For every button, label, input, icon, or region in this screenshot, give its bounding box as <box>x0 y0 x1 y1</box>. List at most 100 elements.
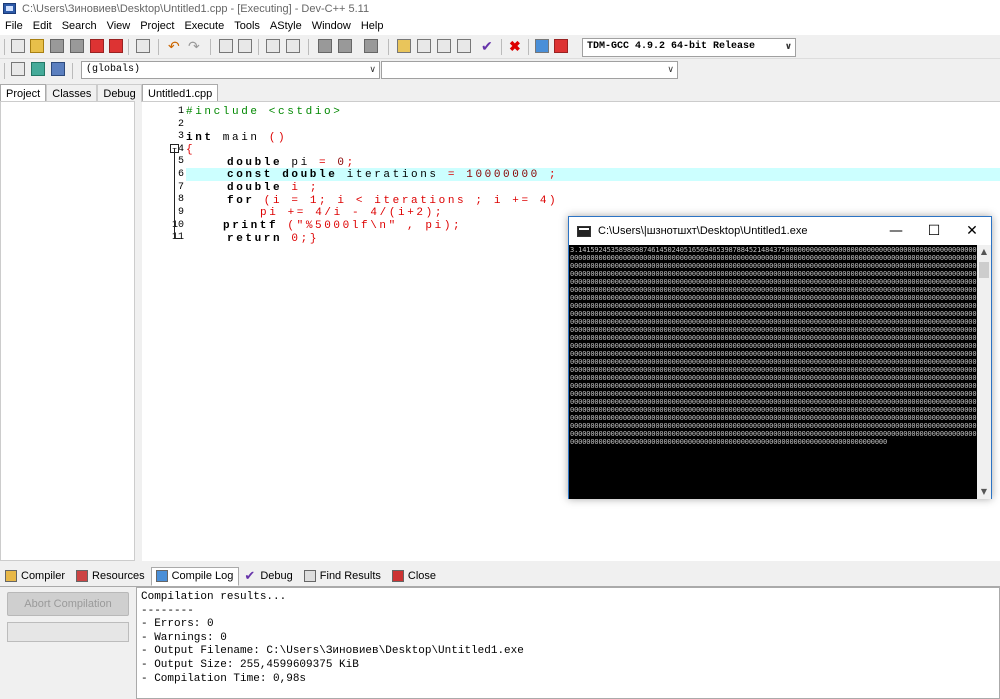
tab-classes[interactable]: Classes <box>46 84 98 102</box>
scope-select[interactable]: (globals) ∨ <box>81 61 380 79</box>
console-output[interactable]: 3.14159245358980987461450240516569465398… <box>569 245 977 499</box>
indent-icon[interactable] <box>318 39 332 53</box>
console-title-bar[interactable]: C:\Users\|шзнотшхт\Desktop\Untitled1.exe… <box>569 217 991 245</box>
tab-label: Compile Log <box>171 570 234 582</box>
tab-label: Find Results <box>319 570 381 582</box>
menu-execute[interactable]: Execute <box>184 20 224 32</box>
print-icon[interactable] <box>136 39 150 53</box>
title-bar: C:\Users\Зиновиев\Desktop\Untitled1.cpp … <box>0 0 1000 17</box>
menu-edit[interactable]: Edit <box>33 20 52 32</box>
symbol: ; <box>539 169 559 181</box>
menu-search[interactable]: Search <box>62 20 97 32</box>
code-line-11: return 0;} <box>227 233 319 245</box>
unindent-icon[interactable] <box>338 39 352 53</box>
keyword: double <box>227 157 283 169</box>
scroll-down-icon[interactable]: ▼ <box>977 487 991 499</box>
project-options-icon[interactable] <box>417 39 431 53</box>
stop-execution-icon[interactable]: ✖ <box>509 38 521 54</box>
arguments: ("%5000lf\n" , pi); <box>278 220 463 232</box>
log-line: -------- <box>141 604 194 617</box>
line-number: 1 <box>177 106 184 117</box>
class-browser-icon[interactable] <box>437 39 451 53</box>
keyword: const double <box>227 169 338 181</box>
goto-line-icon[interactable] <box>266 39 280 53</box>
console-title: C:\Users\|шзнотшхт\Desktop\Untitled1.exe <box>598 225 808 237</box>
editor-tab-untitled1[interactable]: Untitled1.cpp <box>142 84 219 102</box>
tab-close[interactable]: Close <box>387 567 442 586</box>
menu-bar: File Edit Search View Project Execute To… <box>0 17 1000 35</box>
chevron-down-icon[interactable]: ∨ <box>667 62 674 78</box>
keyword: int <box>186 132 214 144</box>
tab-resources[interactable]: Resources <box>71 567 151 586</box>
open-file-icon[interactable] <box>30 39 44 53</box>
maximize-button[interactable]: ☐ <box>915 217 953 245</box>
minimize-button[interactable]: — <box>877 217 915 245</box>
chevron-down-icon[interactable]: ∨ <box>369 62 376 78</box>
chart-icon <box>155 570 168 582</box>
close-file-icon[interactable] <box>90 39 104 53</box>
log-line: - Output Filename: C:\Users\Зиновиев\Des… <box>141 645 524 658</box>
project-browser-panel[interactable] <box>0 101 135 561</box>
menu-tools[interactable]: Tools <box>234 20 260 32</box>
line-number: 6 <box>177 169 184 180</box>
menu-project[interactable]: Project <box>140 20 174 32</box>
goto-icon[interactable] <box>31 62 45 76</box>
console-window[interactable]: C:\Users\|шзнотшхт\Desktop\Untitled1.exe… <box>568 216 992 499</box>
code-line-1: #include <cstdio> <box>186 106 343 118</box>
compiler-icon <box>5 570 17 582</box>
resources-icon <box>76 570 89 582</box>
toolbar-separator <box>528 39 529 55</box>
code-line-10: printf ("%5000lf\n" , pi); <box>223 220 462 232</box>
redo-icon[interactable]: ↷ <box>188 38 200 54</box>
menu-help[interactable]: Help <box>361 20 384 32</box>
profile-chart-icon[interactable] <box>535 39 549 53</box>
check-syntax-icon[interactable]: ✔ <box>481 38 493 54</box>
code-line-8: for (i = 1; i < iterations ; i += 4) <box>227 195 558 207</box>
tab-compile-log[interactable]: Compile Log <box>150 566 240 586</box>
log-line: - Compilation Time: 0,98s <box>141 672 307 685</box>
menu-view[interactable]: View <box>107 20 131 32</box>
replace-icon[interactable] <box>238 39 252 53</box>
new-project-icon[interactable] <box>397 39 411 53</box>
chevron-down-icon[interactable]: ∨ <box>785 39 792 55</box>
scrollbar-thumb[interactable] <box>979 262 989 278</box>
member-select[interactable]: ∨ <box>381 61 678 79</box>
console-output-text: 3.14159245358980987461450240516569465398… <box>569 245 977 446</box>
compile-icon[interactable] <box>457 39 471 53</box>
compile-log-output[interactable]: Compilation results... -------- - Errors: … <box>136 587 1000 699</box>
menu-window[interactable]: Window <box>312 20 351 32</box>
new-file-icon[interactable] <box>11 39 25 53</box>
toggle-comment-icon[interactable] <box>364 39 378 53</box>
menu-astyle[interactable]: AStyle <box>270 20 302 32</box>
expression: (i = 1; i < iterations ; i += 4) <box>254 195 559 207</box>
undo-icon[interactable]: ↶ <box>168 38 180 54</box>
scroll-up-icon[interactable]: ▲ <box>977 247 991 259</box>
tab-debug[interactable]: Debug <box>97 84 142 102</box>
toolbar-separator <box>4 39 5 55</box>
bookmark-icon[interactable] <box>51 62 65 76</box>
line-number: 7 <box>177 181 184 193</box>
toolbar-separator <box>210 39 211 55</box>
tab-debug-bottom[interactable]: ✔ Debug <box>239 567 298 586</box>
console-scrollbar[interactable]: ▲ ▼ <box>977 245 991 499</box>
console-app-icon <box>577 225 591 237</box>
find-icon[interactable] <box>219 39 233 53</box>
delete-profile-icon[interactable] <box>554 39 568 53</box>
save-icon[interactable] <box>50 39 64 53</box>
tab-find-results[interactable]: Find Results <box>299 567 387 586</box>
menu-file[interactable]: File <box>5 20 23 32</box>
secondary-toolbar: (globals) ∨ ∨ <box>0 59 1000 82</box>
abort-compilation-button[interactable]: Abort Compilation <box>7 592 129 616</box>
compiler-select[interactable]: TDM-GCC 4.9.2 64-bit Release ∨ <box>582 38 796 57</box>
identifier: iterations <box>337 169 448 181</box>
tab-project[interactable]: Project <box>0 84 47 102</box>
save-all-icon[interactable] <box>70 39 84 53</box>
insert-icon[interactable] <box>11 62 25 76</box>
toggle-bookmark-icon[interactable] <box>286 39 300 53</box>
close-button[interactable]: ✕ <box>953 217 991 245</box>
close-all-icon[interactable] <box>109 39 123 53</box>
tab-compiler[interactable]: Compiler <box>0 567 71 586</box>
symbol: = <box>319 157 329 169</box>
number: 0 <box>328 157 347 169</box>
devcpp-app-icon <box>3 3 16 14</box>
